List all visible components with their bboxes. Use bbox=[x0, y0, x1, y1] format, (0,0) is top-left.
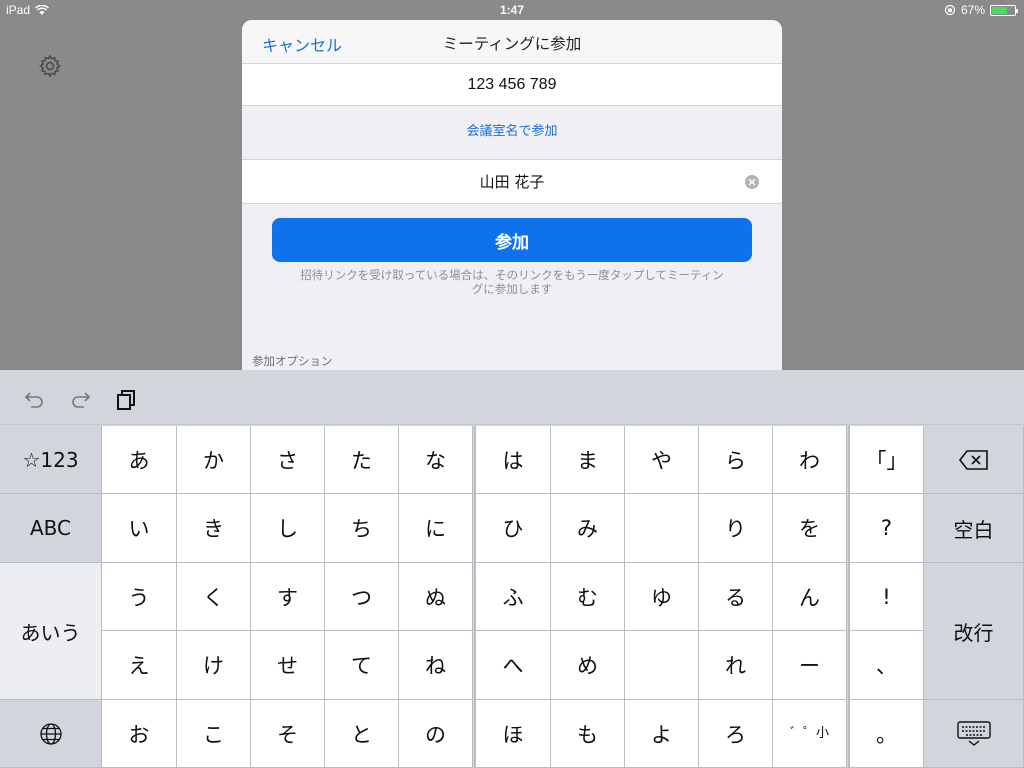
key-kana[interactable]: ら bbox=[699, 426, 773, 494]
key-kana[interactable]: ほ bbox=[476, 700, 551, 768]
join-by-room-name-link[interactable]: 会議室名で参加 bbox=[242, 106, 782, 160]
settings-gear-icon[interactable] bbox=[37, 53, 63, 79]
japanese-keyboard: ☆123 ABC あいう 空白 改行 あ か さ た な は ま や ら わ 「… bbox=[0, 370, 1024, 768]
key-kana[interactable]: と bbox=[325, 700, 399, 768]
key-kana[interactable]: ー bbox=[773, 631, 847, 700]
key-kana[interactable]: う bbox=[102, 563, 177, 631]
orientation-lock-icon bbox=[944, 4, 956, 16]
key-return[interactable]: 改行 bbox=[924, 563, 1024, 700]
key-kana[interactable]: め bbox=[551, 631, 625, 700]
key-kana-label: ゛゜小 bbox=[789, 726, 829, 741]
key-kana[interactable]: も bbox=[551, 700, 625, 768]
key-kana[interactable]: れ bbox=[699, 631, 773, 700]
key-kana[interactable]: お bbox=[102, 700, 177, 768]
key-kana[interactable]: ゛゜小 bbox=[773, 700, 847, 768]
key-kana[interactable]: 「」 bbox=[850, 426, 924, 494]
hint-line-2: グに参加します bbox=[471, 282, 553, 296]
key-kana[interactable]: む bbox=[551, 563, 625, 631]
key-kana[interactable]: り bbox=[699, 494, 773, 563]
cancel-button[interactable]: キャンセル bbox=[262, 32, 342, 56]
key-kana[interactable]: ち bbox=[325, 494, 399, 563]
key-abc-mode[interactable]: ABC bbox=[0, 494, 102, 563]
key-kana[interactable]: き bbox=[177, 494, 251, 563]
key-kana[interactable]: ね bbox=[399, 631, 473, 700]
key-kana[interactable]: す bbox=[251, 563, 325, 631]
join-options-label: 参加オプション bbox=[252, 354, 333, 368]
key-kana[interactable]: か bbox=[177, 426, 251, 494]
key-dismiss-keyboard[interactable] bbox=[924, 700, 1024, 768]
key-kana[interactable]: の bbox=[399, 700, 473, 768]
key-kana[interactable]: あ bbox=[102, 426, 177, 494]
key-blank bbox=[625, 631, 699, 700]
join-button[interactable]: 参加 bbox=[272, 218, 752, 262]
key-group-separator bbox=[848, 426, 850, 768]
key-kana[interactable]: ん bbox=[773, 563, 847, 631]
key-kana[interactable]: わ bbox=[773, 426, 847, 494]
undo-icon[interactable] bbox=[22, 387, 46, 411]
battery-level bbox=[992, 6, 1007, 14]
key-kana[interactable]: ま bbox=[551, 426, 625, 494]
key-kana[interactable]: て bbox=[325, 631, 399, 700]
key-kana[interactable]: ! bbox=[850, 563, 924, 631]
keyboard-dismiss-icon bbox=[956, 720, 991, 746]
key-kana[interactable]: ひ bbox=[476, 494, 551, 563]
status-time: 1:47 bbox=[499, 3, 525, 17]
key-kana[interactable]: つ bbox=[325, 563, 399, 631]
key-globe[interactable] bbox=[0, 700, 102, 768]
key-backspace[interactable] bbox=[924, 426, 1024, 494]
key-kana[interactable]: る bbox=[699, 563, 773, 631]
key-kana[interactable]: や bbox=[625, 426, 699, 494]
meeting-id-field[interactable]: 123 456 789 bbox=[242, 64, 782, 106]
name-row bbox=[242, 160, 782, 204]
backspace-icon bbox=[958, 449, 988, 470]
paste-icon[interactable] bbox=[115, 387, 139, 411]
key-kana[interactable]: し bbox=[251, 494, 325, 563]
key-kana[interactable]: く bbox=[177, 563, 251, 631]
keyboard-toolbar bbox=[0, 370, 1024, 425]
clear-text-icon[interactable] bbox=[744, 174, 760, 190]
battery-percent: 67% bbox=[960, 3, 985, 17]
hint-line-1: 招待リンクを受け取っている場合は、そのリンクをもう一度タップしてミーティン bbox=[300, 268, 724, 282]
redo-icon[interactable] bbox=[69, 387, 93, 411]
name-input[interactable] bbox=[362, 172, 662, 191]
key-kana[interactable]: ろ bbox=[699, 700, 773, 768]
modal-header: キャンセル ミーティングに参加 bbox=[242, 20, 782, 64]
key-blank bbox=[625, 494, 699, 563]
key-symbols-numbers[interactable]: ☆123 bbox=[0, 426, 102, 494]
key-kana[interactable]: よ bbox=[625, 700, 699, 768]
key-kana[interactable]: を bbox=[773, 494, 847, 563]
key-kana[interactable]: た bbox=[325, 426, 399, 494]
key-space[interactable]: 空白 bbox=[924, 494, 1024, 563]
battery-icon bbox=[990, 4, 1018, 16]
key-kana[interactable]: み bbox=[551, 494, 625, 563]
key-kana[interactable]: え bbox=[102, 631, 177, 700]
key-kana[interactable]: ゆ bbox=[625, 563, 699, 631]
status-bar: iPad 1:47 67% bbox=[0, 0, 1024, 20]
key-kana-mode[interactable]: あいう bbox=[0, 563, 102, 700]
key-kana[interactable]: こ bbox=[177, 700, 251, 768]
key-kana[interactable]: な bbox=[399, 426, 473, 494]
key-kana[interactable]: ぬ bbox=[399, 563, 473, 631]
key-kana[interactable]: 。 bbox=[850, 700, 924, 768]
key-kana[interactable]: 、 bbox=[850, 631, 924, 700]
key-kana[interactable]: ? bbox=[850, 494, 924, 563]
key-kana[interactable]: さ bbox=[251, 426, 325, 494]
key-kana[interactable]: に bbox=[399, 494, 473, 563]
globe-icon bbox=[39, 722, 62, 745]
invite-link-hint: 招待リンクを受け取っている場合は、そのリンクをもう一度タップしてミーティン グに… bbox=[267, 268, 757, 296]
keyboard-keys: ☆123 ABC あいう 空白 改行 あ か さ た な は ま や ら わ 「… bbox=[0, 426, 1024, 768]
key-kana[interactable]: い bbox=[102, 494, 177, 563]
join-meeting-modal: キャンセル ミーティングに参加 123 456 789 会議室名で参加 参加 招… bbox=[242, 20, 782, 370]
key-kana[interactable]: せ bbox=[251, 631, 325, 700]
key-kana[interactable]: ふ bbox=[476, 563, 551, 631]
key-kana[interactable]: へ bbox=[476, 631, 551, 700]
key-kana[interactable]: は bbox=[476, 426, 551, 494]
key-group-separator bbox=[474, 426, 476, 768]
key-kana[interactable]: そ bbox=[251, 700, 325, 768]
key-kana[interactable]: け bbox=[177, 631, 251, 700]
